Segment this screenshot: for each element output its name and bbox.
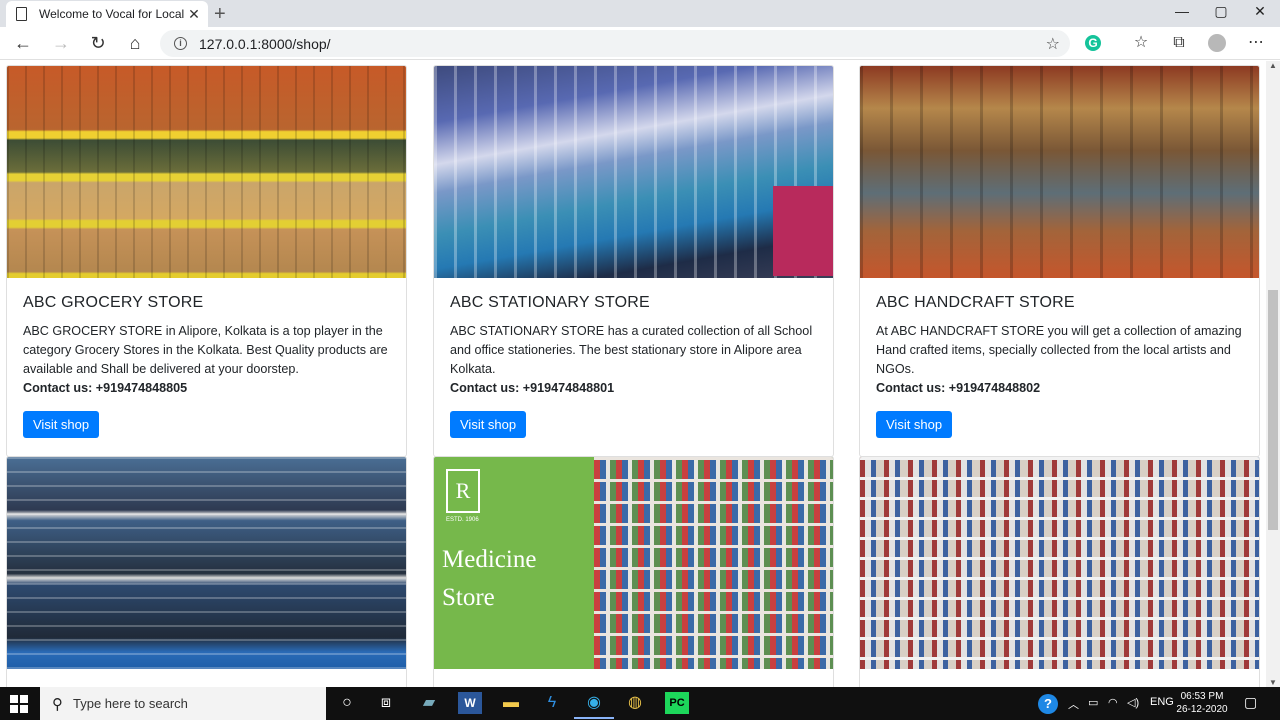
browser-tabbar: Welcome to Vocal for Local Shop ✕ + — ▢ …	[0, 0, 1280, 27]
close-tab-icon[interactable]: ✕	[186, 6, 202, 23]
language-indicator[interactable]: ENG	[1150, 696, 1174, 708]
edge-app-icon[interactable]: ◉	[574, 692, 614, 719]
close-window-icon[interactable]: ✕	[1240, 3, 1280, 20]
taskbar-clock[interactable]: 06:53 PM 26-12-2020	[1172, 690, 1232, 716]
shop-card-stationary: ABC STATIONARY STORE ABC STATIONARY STOR…	[433, 65, 834, 457]
address-toolbar: ← → ↻ ⌂ i 127.0.0.1:8000/shop/ ☆ G ☆ ⧉ ⋯	[0, 27, 1280, 60]
shop-description: ABC STATIONARY STORE has a curated colle…	[450, 324, 813, 376]
more-icon[interactable]: ⋯	[1245, 32, 1267, 54]
url-text: 127.0.0.1:8000/shop/	[199, 35, 331, 52]
document-icon	[16, 7, 27, 21]
pharmacy-store-image	[860, 457, 1259, 669]
notepad-app-icon[interactable]: ▰	[417, 692, 441, 714]
medicine-line2: Store	[442, 584, 495, 611]
scroll-up-icon[interactable]: ▲	[1266, 61, 1280, 70]
visit-shop-button[interactable]: Visit shop	[23, 411, 100, 438]
medicine-banner: R ESTD. 1906 Medicine Store	[434, 457, 594, 669]
medicine-logo: R	[446, 469, 480, 513]
clock-time: 06:53 PM	[1180, 691, 1224, 702]
home-icon[interactable]: ⌂	[123, 33, 147, 53]
favorites-icon[interactable]: ☆	[1130, 32, 1152, 54]
profile-icon[interactable]	[1208, 34, 1226, 52]
search-placeholder: Type here to search	[73, 696, 188, 711]
browser-tab[interactable]: Welcome to Vocal for Local Shop ✕	[6, 1, 208, 27]
shop-card-grocery: ABC GROCERY STORE ABC GROCERY STORE in A…	[6, 65, 407, 457]
collections-icon[interactable]: ⧉	[1168, 32, 1190, 54]
scroll-down-icon[interactable]: ▼	[1266, 678, 1280, 687]
word-app-icon[interactable]: W	[458, 692, 482, 714]
medicine-est: ESTD. 1906	[446, 517, 479, 523]
wifi-icon[interactable]: ◠	[1108, 696, 1118, 709]
shop-description: ABC GROCERY STORE in Alipore, Kolkata is…	[23, 324, 388, 376]
taskbar-search-box[interactable]: ⚲ Type here to search	[40, 687, 326, 720]
windows-taskbar: ⚲ Type here to search ○ ⧈ ▰ W ▬ ϟ ◉ ◍ PC…	[0, 687, 1280, 720]
clock-date: 26-12-2020	[1176, 704, 1228, 715]
shop-title: ABC GROCERY STORE	[23, 294, 204, 311]
shop-page: ABC GROCERY STORE ABC GROCERY STORE in A…	[0, 61, 1266, 687]
shop-contact: Contact us: +919474848802	[876, 381, 1041, 395]
info-icon[interactable]: i	[174, 37, 187, 50]
back-arrow-icon[interactable]: ←	[11, 33, 35, 53]
shop-card-medicine: R ESTD. 1906 Medicine Store	[433, 456, 834, 687]
medicine-store-image: R ESTD. 1906 Medicine Store	[434, 457, 833, 669]
shop-contact: Contact us: +919474848805	[23, 381, 188, 395]
shop-title: ABC HANDCRAFT STORE	[876, 294, 1075, 311]
scrollbar-thumb[interactable]	[1268, 290, 1278, 530]
minimize-icon[interactable]: —	[1162, 3, 1202, 19]
search-icon: ⚲	[52, 695, 63, 713]
notification-icon[interactable]: ▢	[1244, 694, 1257, 711]
tab-title: Welcome to Vocal for Local Shop	[39, 7, 186, 21]
task-view-icon[interactable]: ⧈	[374, 692, 398, 714]
shop-description: At ABC HANDCRAFT STORE you will get a co…	[876, 324, 1242, 376]
pycharm-app-icon[interactable]: PC	[665, 692, 689, 714]
help-icon[interactable]: ?	[1038, 694, 1058, 714]
maximize-icon[interactable]: ▢	[1201, 3, 1241, 20]
shop-title: ABC STATIONARY STORE	[450, 294, 650, 311]
vertical-scrollbar[interactable]: ▲ ▼	[1266, 61, 1280, 687]
vscode-app-icon[interactable]: ϟ	[540, 692, 564, 714]
battery-icon[interactable]: ▭	[1088, 696, 1098, 709]
star-icon[interactable]: ☆	[1046, 34, 1060, 54]
windows-start-icon[interactable]	[10, 695, 28, 713]
cortana-icon[interactable]: ○	[335, 692, 359, 714]
medicine-line1: Medicine	[442, 546, 537, 573]
file-explorer-icon[interactable]: ▬	[499, 692, 523, 714]
visit-shop-button[interactable]: Visit shop	[450, 411, 527, 438]
tray-chevron-icon[interactable]: ︿	[1068, 696, 1079, 712]
new-tab-icon[interactable]: +	[214, 3, 226, 26]
handcraft-store-image	[860, 66, 1259, 278]
shop-contact: Contact us: +919474848801	[450, 381, 615, 395]
volume-icon[interactable]: ◁)	[1127, 696, 1139, 709]
visit-shop-button[interactable]: Visit shop	[876, 411, 953, 438]
chrome-app-icon[interactable]: ◍	[623, 692, 647, 714]
refresh-icon[interactable]: ↻	[86, 33, 110, 53]
grocery-store-image	[7, 66, 406, 278]
textile-store-image	[7, 457, 406, 669]
stationary-store-image	[434, 66, 833, 278]
shop-card-handcraft: ABC HANDCRAFT STORE At ABC HANDCRAFT STO…	[859, 65, 1260, 457]
shop-card-pharmacy	[859, 456, 1260, 687]
shop-card-textile	[6, 456, 407, 687]
pharmacy-shelves-image	[594, 457, 833, 669]
forward-arrow-icon[interactable]: →	[49, 33, 73, 53]
address-bar[interactable]: i 127.0.0.1:8000/shop/ ☆	[160, 30, 1070, 57]
grammarly-icon[interactable]: G	[1085, 35, 1101, 51]
